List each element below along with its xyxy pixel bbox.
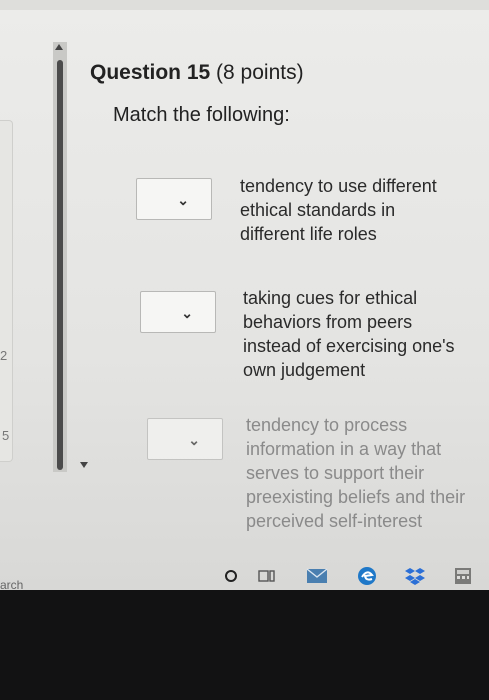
scroll-down-arrow-icon[interactable] bbox=[80, 462, 88, 468]
mail-icon[interactable] bbox=[306, 566, 328, 586]
term-line: tendency to process bbox=[246, 415, 408, 435]
match-select-3[interactable]: ⌄ bbox=[147, 418, 223, 460]
term-line: different life roles bbox=[240, 224, 377, 244]
question-points: (8 points) bbox=[216, 61, 304, 84]
chevron-down-icon: ⌄ bbox=[177, 192, 189, 208]
term-line: ethical standards in bbox=[240, 200, 396, 220]
match-select-1[interactable]: ⌄ bbox=[136, 178, 212, 220]
screen: 2 5 Question 15 (8 points) Match the fol… bbox=[0, 0, 489, 590]
term-line: taking cues for ethical bbox=[243, 288, 418, 308]
term-line: information in a way that bbox=[246, 439, 442, 459]
term-line: perceived self-interest bbox=[246, 511, 423, 531]
scrollbar-thumb[interactable] bbox=[57, 60, 63, 470]
match-term-1: tendency to use different ethical standa… bbox=[240, 174, 437, 246]
term-line: instead of exercising one's bbox=[243, 336, 455, 356]
scroll-up-arrow-icon[interactable] bbox=[55, 44, 63, 50]
taskbar-search-label[interactable]: arch bbox=[0, 578, 23, 590]
cortana-circle-icon[interactable] bbox=[220, 566, 242, 586]
left-panel-number: 2 bbox=[0, 348, 8, 363]
term-line: tendency to use different bbox=[240, 176, 437, 196]
calculator-icon[interactable] bbox=[452, 566, 474, 586]
dropbox-icon[interactable] bbox=[404, 566, 426, 586]
taskbar bbox=[190, 558, 489, 590]
question-instruction: Match the following: bbox=[113, 104, 290, 126]
left-panel-number: 5 bbox=[2, 428, 10, 443]
term-line: serves to support their bbox=[246, 463, 425, 483]
chevron-down-icon: ⌄ bbox=[181, 305, 193, 321]
match-term-3: tendency to process information in a way… bbox=[246, 413, 465, 533]
question-number: Question 15 bbox=[90, 61, 211, 84]
left-side-panel bbox=[0, 120, 13, 462]
window-top-strip bbox=[0, 0, 489, 10]
term-line: own judgement bbox=[243, 360, 366, 380]
question-title: Question 15 (8 points) bbox=[90, 61, 304, 85]
term-line: preexisting beliefs and their bbox=[246, 487, 466, 507]
term-line: behaviors from peers bbox=[243, 312, 413, 332]
match-select-2[interactable]: ⌄ bbox=[140, 291, 216, 333]
task-view-icon[interactable] bbox=[256, 566, 278, 586]
edge-browser-icon[interactable] bbox=[356, 566, 378, 586]
chevron-down-icon: ⌄ bbox=[188, 432, 200, 448]
monitor-bezel bbox=[0, 590, 489, 700]
match-term-2: taking cues for ethical behaviors from p… bbox=[243, 286, 455, 382]
